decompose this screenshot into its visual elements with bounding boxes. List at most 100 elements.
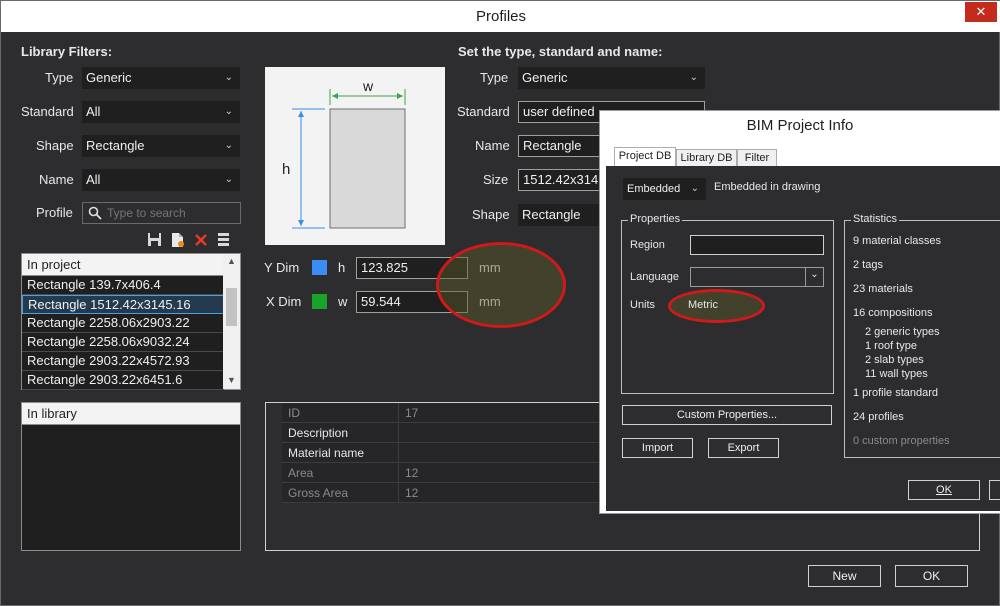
set-type-select[interactable]: Generic ⌄ bbox=[518, 67, 705, 89]
set-type-value: Generic bbox=[522, 70, 568, 85]
library-filters-heading: Library Filters: bbox=[21, 44, 113, 59]
scroll-up-icon[interactable]: ▲ bbox=[225, 256, 238, 266]
list-item[interactable]: Rectangle 2258.06x9032.24 bbox=[22, 333, 224, 352]
close-button[interactable]: ✕ bbox=[965, 2, 997, 22]
in-library-list: In library bbox=[21, 402, 241, 551]
set-type-label: Type bbox=[480, 70, 509, 85]
language-select[interactable]: ⌄ bbox=[690, 267, 824, 287]
chevron-down-icon: ⌄ bbox=[689, 72, 698, 83]
language-label: Language bbox=[630, 271, 679, 283]
new-button[interactable]: New bbox=[808, 565, 881, 587]
units-label: Units bbox=[630, 299, 656, 311]
stat-wall-types: 11 wall types bbox=[865, 368, 928, 380]
tab-filter[interactable]: Filter bbox=[737, 149, 777, 167]
set-name-label: Name bbox=[475, 138, 510, 153]
chevron-down-icon: ⌄ bbox=[690, 183, 699, 194]
stat-generic-types: 2 generic types bbox=[865, 326, 940, 338]
title-bar: Profiles ✕ bbox=[1, 1, 1000, 32]
storage-description: Embedded in drawing bbox=[714, 181, 821, 193]
ok-button[interactable]: OK bbox=[895, 565, 968, 587]
y-dim-label: Y Dim bbox=[264, 260, 300, 275]
scrollbar[interactable]: ▲ ▼ bbox=[223, 254, 240, 389]
custom-properties-button[interactable]: Custom Properties... bbox=[622, 405, 832, 425]
filter-standard-value: All bbox=[86, 104, 101, 119]
set-shape-value: Rectangle bbox=[522, 207, 581, 222]
chevron-down-icon: ⌄ bbox=[224, 140, 233, 151]
new-file-icon[interactable] bbox=[170, 232, 185, 248]
stat-compositions: 16 compositions bbox=[853, 307, 933, 319]
prop-key-description: Description bbox=[282, 423, 398, 443]
y-dim-var: h bbox=[338, 260, 346, 275]
region-label: Region bbox=[630, 239, 665, 251]
filter-standard-select[interactable]: All ⌄ bbox=[82, 101, 240, 123]
filter-name-select[interactable]: All ⌄ bbox=[82, 169, 240, 191]
window-title: Profiles bbox=[475, 8, 527, 25]
list-item[interactable]: Rectangle 139.7x406.4 bbox=[22, 276, 224, 295]
prop-value-area[interactable]: 12 bbox=[398, 463, 602, 483]
tab-library-db[interactable]: Library DB bbox=[676, 149, 737, 167]
profile-search-field[interactable] bbox=[107, 205, 237, 221]
filter-shape-select[interactable]: Rectangle ⌄ bbox=[82, 135, 240, 157]
x-dim-color-swatch bbox=[312, 294, 327, 309]
stat-profile-standard: 1 profile standard bbox=[853, 387, 938, 399]
rectangle-dimension-diagram bbox=[292, 89, 406, 229]
filter-shape-value: Rectangle bbox=[86, 138, 145, 153]
search-icon bbox=[88, 206, 102, 220]
profile-search-input[interactable] bbox=[82, 202, 241, 224]
filter-type-label: Type bbox=[45, 70, 74, 85]
statistics-group: Statistics 9 material classes 2 tags 23 … bbox=[844, 213, 1000, 458]
scroll-down-icon[interactable]: ▼ bbox=[225, 375, 238, 385]
delete-icon[interactable] bbox=[194, 233, 208, 247]
properties-group-title: Properties bbox=[628, 213, 683, 225]
prop-key-area: Area bbox=[282, 463, 398, 483]
units-value: Metric bbox=[688, 299, 718, 311]
list-item[interactable]: Rectangle 2903.22x4572.93 bbox=[22, 352, 224, 371]
in-library-header: In library bbox=[22, 403, 240, 425]
prop-value-id[interactable]: 17 bbox=[398, 403, 602, 423]
filter-type-value: Generic bbox=[86, 70, 132, 85]
filter-type-select[interactable]: Generic ⌄ bbox=[82, 67, 240, 89]
list-item[interactable]: Rectangle 2258.06x2903.22 bbox=[22, 314, 224, 333]
import-button[interactable]: Import bbox=[622, 438, 693, 458]
export-button[interactable]: Export bbox=[708, 438, 779, 458]
chevron-down-icon: ⌄ bbox=[224, 72, 233, 83]
database-icon[interactable] bbox=[216, 232, 231, 247]
properties-grid: ID 17 Description Material name Area 12 … bbox=[282, 403, 602, 503]
chevron-down-icon[interactable]: ⌄ bbox=[805, 268, 823, 286]
prop-key-material-name: Material name bbox=[282, 443, 398, 463]
bim-dialog-title: BIM Project Info bbox=[746, 117, 854, 134]
stat-roof-types: 1 roof type bbox=[865, 340, 917, 352]
filter-name-label: Name bbox=[39, 172, 74, 187]
filter-shape-label: Shape bbox=[36, 138, 74, 153]
in-project-rows: Rectangle 139.7x406.4 Rectangle 1512.42x… bbox=[22, 276, 224, 390]
statistics-group-title: Statistics bbox=[851, 213, 900, 225]
prop-value-description[interactable] bbox=[398, 423, 602, 443]
bim-cancel-button[interactable] bbox=[989, 480, 1000, 500]
chevron-down-icon: ⌄ bbox=[224, 174, 233, 185]
filter-name-value: All bbox=[86, 172, 101, 187]
list-item[interactable]: Rectangle 2903.22x6451.6 bbox=[22, 371, 224, 390]
set-shape-label: Shape bbox=[472, 207, 510, 222]
list-item-selected[interactable]: Rectangle 1512.42x3145.16 bbox=[22, 295, 224, 314]
region-input[interactable] bbox=[690, 235, 824, 255]
stat-profiles: 24 profiles bbox=[853, 411, 904, 423]
stat-slab-types: 2 slab types bbox=[865, 354, 924, 366]
properties-group: Properties Region Language ⌄ Units Metri… bbox=[621, 213, 834, 394]
profiles-window: Profiles ✕ Library Filters: Type Generic… bbox=[0, 0, 1000, 606]
tab-project-db[interactable]: Project DB bbox=[614, 147, 676, 167]
bim-project-info-dialog: BIM Project Info Project DB Library DB F… bbox=[599, 110, 1000, 514]
prop-value-gross-area[interactable]: 12 bbox=[398, 483, 602, 503]
chevron-down-icon: ⌄ bbox=[224, 106, 233, 117]
prop-value-material-name[interactable] bbox=[398, 443, 602, 463]
profile-diagram: w h bbox=[265, 67, 445, 245]
storage-select[interactable]: Embedded ⌄ bbox=[623, 178, 706, 200]
set-heading: Set the type, standard and name: bbox=[458, 44, 663, 59]
x-dim-label: X Dim bbox=[266, 294, 302, 309]
project-db-panel: Embedded ⌄ Embedded in drawing Propertie… bbox=[606, 166, 1000, 511]
bim-ok-button[interactable]: OK bbox=[908, 480, 980, 500]
save-icon[interactable] bbox=[147, 232, 162, 247]
scrollbar-thumb[interactable] bbox=[226, 288, 237, 326]
x-dim-var: w bbox=[338, 294, 348, 309]
set-size-label: Size bbox=[483, 172, 509, 187]
profile-label: Profile bbox=[36, 205, 73, 220]
